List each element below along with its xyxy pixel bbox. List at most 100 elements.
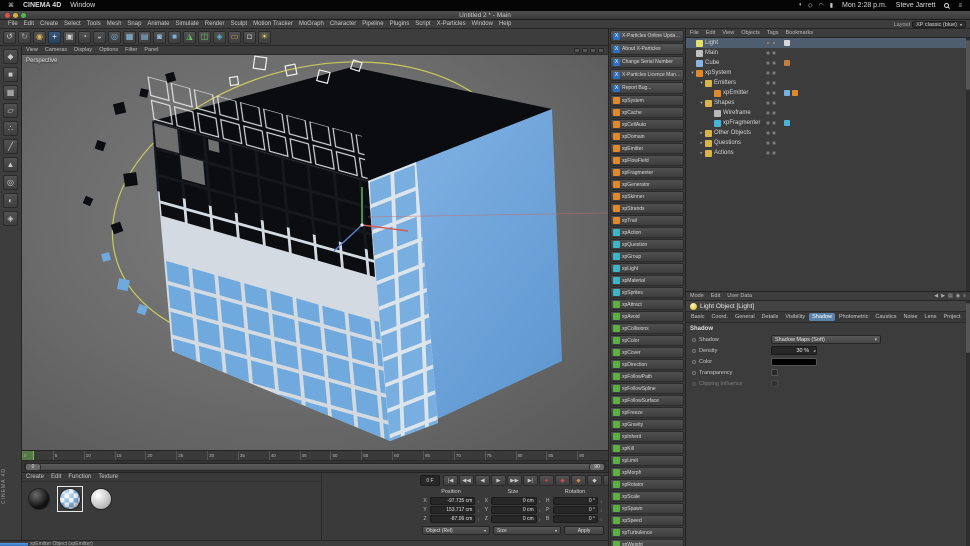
object-tag-icon[interactable] (784, 140, 790, 146)
attribute-toolbar-icon[interactable]: ▶ (941, 293, 945, 299)
toolbar-icon[interactable]: ↻ (18, 30, 31, 44)
viewport-menu-item[interactable]: Panel (144, 47, 158, 53)
zoom-button[interactable] (21, 13, 26, 18)
toolbar-icon[interactable]: ◙ (153, 30, 166, 44)
object-tag-icon[interactable] (792, 50, 798, 56)
app-menu-item[interactable]: Render (202, 21, 228, 27)
xp-object-button[interactable]: xpSpawn (610, 503, 684, 514)
object-tag-icon[interactable] (784, 150, 790, 156)
stepper-icon[interactable]: ↕ (600, 508, 604, 513)
material-menu-item[interactable]: Texture (98, 474, 118, 481)
scrollbar[interactable] (966, 301, 970, 546)
menubar-clock[interactable]: Mon 2:28 p.m. (842, 2, 887, 9)
object-row[interactable]: Main (686, 48, 970, 58)
app-menu-item[interactable]: X-Particles (434, 21, 469, 27)
xp-object-button[interactable]: xpCellAuto (610, 119, 684, 130)
close-button[interactable] (5, 13, 10, 18)
attribute-tab[interactable]: Caustics (872, 313, 899, 321)
attribute-tab[interactable]: General (732, 313, 758, 321)
toolbar-icon[interactable]: ▦ (123, 30, 136, 44)
mode-icon[interactable]: ◎ (3, 175, 18, 190)
transport-button[interactable]: |◀ (443, 475, 458, 486)
attribute-control[interactable] (771, 380, 778, 387)
stepper-icon[interactable]: ↕ (539, 508, 543, 513)
mode-icon[interactable]: ◐ (3, 193, 18, 208)
xp-object-button[interactable]: xpAttract (610, 299, 684, 310)
xp-object-button[interactable]: xpColor (610, 335, 684, 346)
visibility-dot[interactable] (766, 51, 770, 55)
visibility-dot[interactable] (766, 41, 770, 45)
stepper-icon[interactable]: ↕ (539, 517, 543, 522)
apply-button[interactable]: Apply (564, 526, 604, 535)
visibility-dot[interactable] (766, 111, 770, 115)
xp-object-button[interactable]: xpMaterial (610, 275, 684, 286)
attribute-tab[interactable]: Photometric (836, 313, 871, 321)
object-row[interactable]: Cube (686, 58, 970, 68)
render-visibility-dot[interactable] (772, 81, 776, 85)
xp-object-button[interactable]: xpEmitter (610, 143, 684, 154)
toolbar-icon[interactable]: ☀ (258, 30, 271, 44)
keyframe-dot-icon[interactable] (692, 337, 696, 342)
stepper-icon[interactable]: ↕ (600, 517, 604, 522)
xp-object-button[interactable]: xpDirection (610, 359, 684, 370)
object-tag-icon[interactable] (792, 100, 798, 106)
menubar-status-icon[interactable]: ◠ (818, 2, 823, 9)
attribute-tab[interactable]: Visibility (782, 313, 808, 321)
object-tag-icon[interactable] (784, 70, 790, 76)
attribute-tab[interactable]: Project (940, 313, 963, 321)
transport-button[interactable]: ▶▶ (507, 475, 522, 486)
rotation-field[interactable]: 0 ° (552, 506, 598, 514)
app-menu-item[interactable]: Animate (144, 21, 172, 27)
visibility-dot[interactable] (766, 121, 770, 125)
spotlight-icon[interactable] (944, 3, 950, 8)
xp-object-button[interactable]: xpTrail (610, 215, 684, 226)
layout-dropdown[interactable]: XP classic (blue) ▾ (912, 21, 966, 28)
object-row[interactable]: ▾ xpSystem (686, 68, 970, 78)
render-visibility-dot[interactable] (772, 151, 776, 155)
expand-icon[interactable]: ▾ (689, 70, 696, 76)
minimize-button[interactable] (13, 13, 18, 18)
object-row[interactable]: ▾ Emitters (686, 78, 970, 88)
range-end-grip[interactable]: 90 (589, 462, 605, 471)
render-visibility-dot[interactable] (772, 41, 776, 45)
render-visibility-dot[interactable] (772, 71, 776, 75)
stepper-icon[interactable]: ↕ (539, 499, 543, 504)
xp-object-button[interactable]: xpFragmenter (610, 167, 684, 178)
app-menu-item[interactable]: Create (37, 21, 61, 27)
object-manager-menu-item[interactable]: File (690, 30, 699, 36)
xp-object-button[interactable]: xpRotator (610, 479, 684, 490)
xp-object-button[interactable]: xpMorph (610, 467, 684, 478)
toolbar-icon[interactable]: + (48, 30, 61, 44)
material-thumbnail[interactable] (57, 486, 83, 512)
expand-icon[interactable]: ▸ (698, 130, 705, 136)
viewport-menu-item[interactable]: Options (99, 47, 118, 53)
attribute-control[interactable] (771, 357, 817, 366)
object-tag-icon[interactable] (792, 90, 798, 96)
toolbar-icon[interactable]: ↺ (3, 30, 16, 44)
menubar-status-icon[interactable]: ▮ (830, 2, 833, 9)
toolbar-icon[interactable]: ◉ (33, 30, 46, 44)
viewport-menu-item[interactable]: Filter (125, 47, 137, 53)
xp-object-button[interactable]: xpFollowPath (610, 371, 684, 382)
transport-button[interactable]: ◆ (571, 475, 586, 486)
attribute-tab[interactable]: Lens (922, 313, 940, 321)
render-visibility-dot[interactable] (772, 61, 776, 65)
viewport-toggle-icon[interactable] (574, 47, 580, 53)
viewport[interactable]: View Cameras Display Options Filter Panel Per… (22, 46, 608, 450)
viewport-toggle-icon[interactable] (598, 47, 604, 53)
menubar-status-icon[interactable]: ◇ (808, 2, 813, 9)
rotation-field[interactable]: 0 ° (552, 497, 598, 505)
viewport-canvas[interactable] (22, 55, 608, 450)
toolbar-icon[interactable]: ▤ (138, 30, 151, 44)
range-start-grip[interactable]: 0 (25, 462, 41, 471)
viewport-toggle-icon[interactable] (582, 47, 588, 53)
app-menu-item[interactable]: Pipeline (359, 21, 386, 27)
keyframe-dot-icon[interactable] (692, 381, 696, 386)
render-visibility-dot[interactable] (772, 91, 776, 95)
attribute-toolbar-icon[interactable]: ≡ (963, 293, 966, 299)
object-tag-icon[interactable] (792, 80, 798, 86)
expand-icon[interactable]: ▸ (698, 150, 705, 156)
attribute-tab[interactable]: Details (759, 313, 782, 321)
xp-object-button[interactable]: xpFollowSpline (610, 383, 684, 394)
timeline-ruler[interactable]: 051015202530354045505560657075808590 (22, 450, 608, 461)
